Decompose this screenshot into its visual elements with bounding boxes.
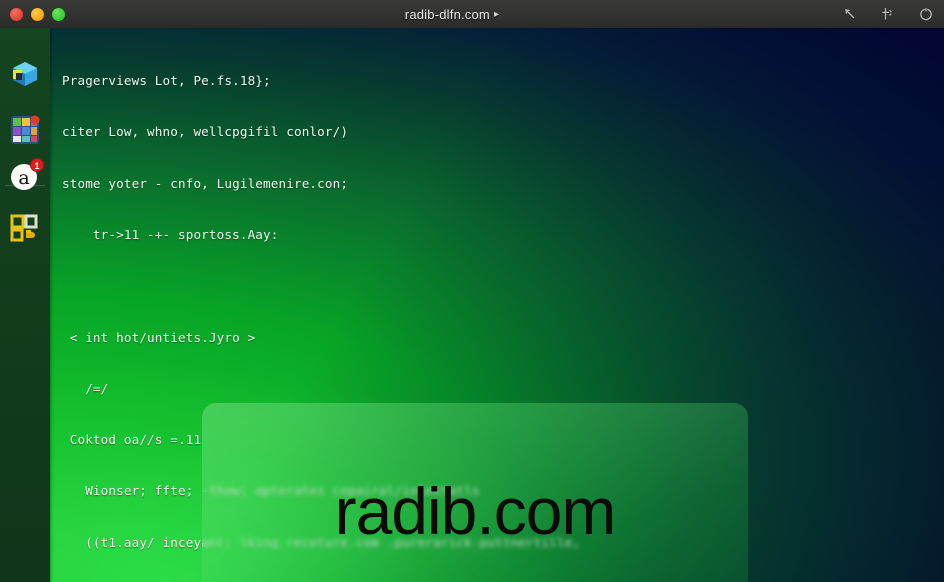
cut-scissors-icon[interactable] (880, 6, 896, 22)
application-window: radib-dlfn.com ▸ a 1 Pragerviews Lot, Pe… (0, 0, 944, 582)
app-grid-icon (9, 114, 41, 146)
sidebar-divider (5, 185, 45, 186)
zoom-button[interactable] (52, 7, 65, 21)
minimize-button[interactable] (31, 7, 44, 21)
sidebar-item-amazon[interactable]: a 1 (7, 158, 44, 194)
amazon-a-icon: a 1 (9, 158, 44, 192)
sidebar-item-app-grid[interactable] (7, 112, 43, 148)
code-line: Pragerviews Lot, Pe.fs.18}; (62, 73, 271, 89)
desktop-area: a 1 Pragerviews Lot, Pe.fs.18}; citer Lo… (0, 28, 944, 582)
sidebar-item-yellow-blocks[interactable] (7, 210, 43, 246)
close-button[interactable] (10, 7, 23, 21)
power-refresh-icon[interactable] (918, 6, 934, 22)
3d-box-icon (9, 58, 41, 90)
code-line: < int hot/untiets.Jyro > (62, 329, 256, 345)
sidebar-item-3d-box[interactable] (7, 56, 43, 92)
code-line: tr->11 -+- sportoss.Aay: (62, 227, 279, 243)
titlebar-actions (814, 6, 934, 22)
code-line: citer Low, whno, wellcpgifil conlor/) (62, 124, 349, 140)
window-titlebar: radib-dlfn.com ▸ (0, 0, 944, 28)
notification-badge: 1 (30, 158, 44, 172)
title-caret-icon: ▸ (493, 9, 500, 20)
sidebar-dock: a 1 (0, 28, 50, 582)
yellow-blocks-icon (9, 212, 41, 244)
cursor-arrow-icon[interactable] (842, 6, 858, 22)
code-line: /=/ (62, 380, 109, 396)
window-title: radib-dlfn.com ▸ (90, 7, 814, 22)
watermark-text: radib.com (334, 474, 617, 548)
window-controls (10, 7, 90, 21)
window-title-text: radib-dlfn.com (404, 6, 490, 22)
code-line: stome yoter - cnfo, Lugilemenire.con; (62, 175, 349, 191)
